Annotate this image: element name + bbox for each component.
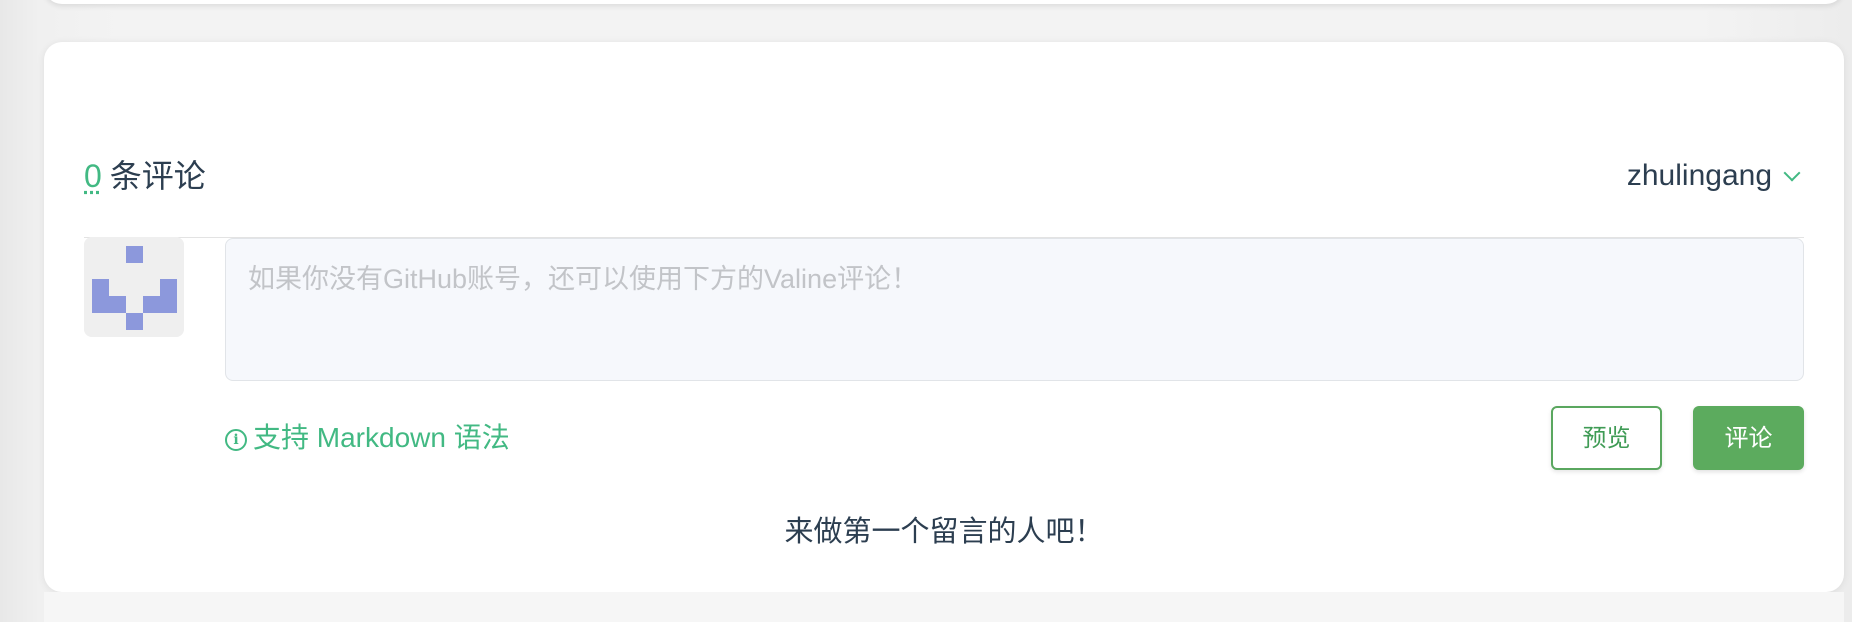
bottom-background-strip — [44, 592, 1844, 622]
comment-card: 0条评论 zhulingang i 支持 Markdown 语法 预览 — [44, 42, 1844, 592]
markdown-hint[interactable]: i 支持 Markdown 语法 — [225, 420, 510, 456]
page: 0条评论 zhulingang i 支持 Markdown 语法 预览 — [0, 0, 1852, 622]
previous-card-edge — [44, 0, 1844, 4]
comment-count: 0 条评论 — [84, 156, 206, 196]
user-menu[interactable]: zhulingang — [1627, 156, 1801, 196]
info-icon: i — [225, 429, 247, 451]
markdown-hint-text[interactable]: 支持 Markdown 语法 — [253, 420, 510, 456]
comment-header: 0 条评论 zhulingang — [84, 120, 1804, 238]
preview-button[interactable]: 预览 — [1551, 406, 1662, 470]
comment-count-label: 条评论 — [109, 158, 206, 194]
comment-textarea[interactable] — [225, 238, 1804, 381]
chevron-down-icon[interactable] — [1783, 164, 1801, 182]
submit-comment-button[interactable]: 评论 — [1693, 406, 1804, 470]
username[interactable]: zhulingang — [1627, 156, 1772, 196]
identicon-icon — [84, 237, 184, 337]
comment-count-number[interactable]: 0 — [84, 158, 102, 194]
avatar — [84, 237, 184, 337]
empty-comments-message: 来做第一个留言的人吧！ — [784, 516, 1104, 548]
